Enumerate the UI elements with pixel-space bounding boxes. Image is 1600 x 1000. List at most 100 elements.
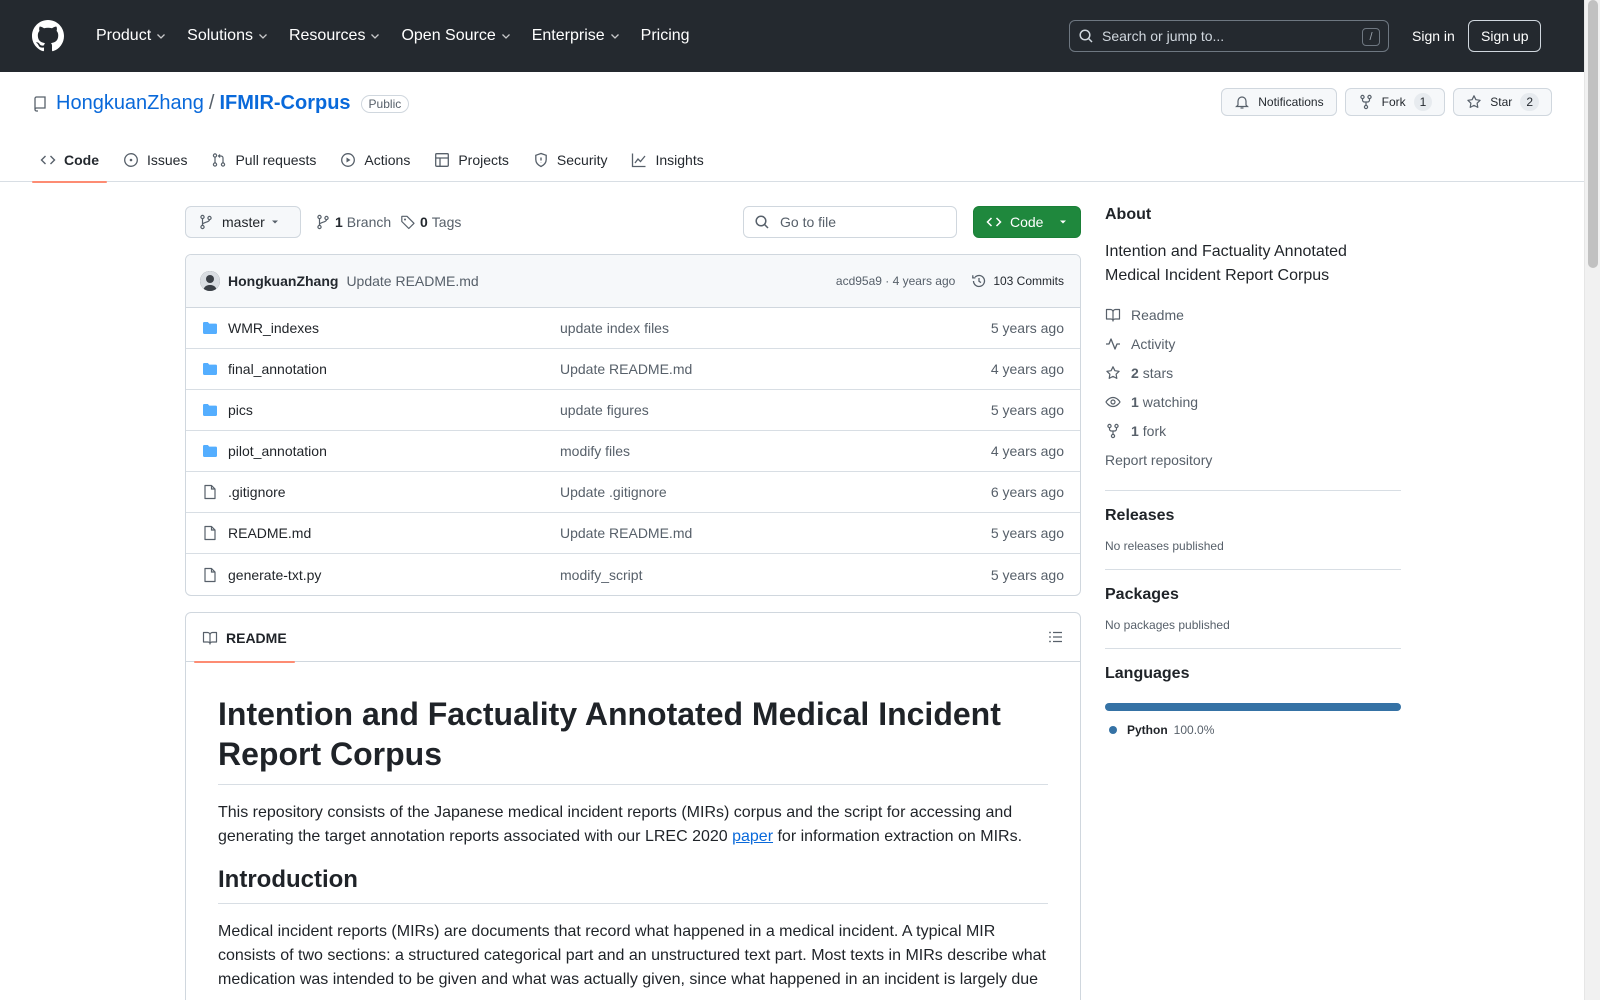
- file-commit-message[interactable]: update index files: [560, 320, 669, 336]
- tab-label: Security: [556, 152, 608, 168]
- repo-name-link[interactable]: IFMIR-Corpus: [219, 92, 350, 115]
- tab-issues[interactable]: Issues: [115, 138, 195, 182]
- bell-icon: [1235, 96, 1250, 109]
- repo-icon: [34, 95, 46, 112]
- language-item[interactable]: Python 100.0%: [1105, 723, 1401, 737]
- avatar-image: [200, 271, 220, 291]
- branch-select-button[interactable]: master: [185, 206, 301, 238]
- code-download-button[interactable]: Code: [973, 206, 1081, 238]
- star-button[interactable]: Star 2: [1453, 88, 1552, 116]
- readme-link[interactable]: Readme: [1105, 300, 1401, 329]
- repo-actions: Notifications Fork 1 Star 2: [1213, 88, 1552, 116]
- commit-author-link[interactable]: HongkuanZhang: [228, 273, 338, 289]
- sign-in-link[interactable]: Sign in: [1404, 20, 1463, 52]
- star-label: Star: [1490, 95, 1513, 109]
- star-icon: [1467, 95, 1481, 108]
- sign-up-button[interactable]: Sign up: [1468, 20, 1542, 52]
- file-row[interactable]: .gitignore Update .gitignore 6 years ago: [186, 472, 1080, 513]
- notifications-label: Notifications: [1258, 95, 1324, 109]
- file-age: 5 years ago: [990, 566, 1064, 583]
- commit-message-link[interactable]: Update README.md: [346, 273, 478, 289]
- branch-count: 1: [335, 214, 343, 230]
- branches-link[interactable]: 1 Branch: [315, 206, 391, 238]
- global-search-input[interactable]: Search or jump to... /: [1069, 20, 1389, 52]
- about-description: Intention and Factuality Annotated Medic…: [1105, 243, 1347, 284]
- fork-icon: [1107, 423, 1119, 438]
- file-name-link[interactable]: pilot_annotation: [228, 443, 558, 459]
- chevron-down-icon: [157, 34, 166, 39]
- go-to-file-input[interactable]: Go to file: [743, 206, 957, 238]
- file-name-link[interactable]: final_annotation: [228, 361, 558, 377]
- nav-solutions[interactable]: Solutions: [179, 20, 277, 52]
- commits-history-link[interactable]: 103 Commits: [971, 273, 1064, 289]
- file-name-link[interactable]: README.md: [228, 525, 558, 541]
- nav-resources[interactable]: Resources: [281, 20, 389, 52]
- stars-link[interactable]: 2 stars: [1105, 358, 1401, 387]
- file-commit-message[interactable]: modify files: [560, 443, 630, 459]
- file-icon: [204, 484, 216, 500]
- folder-icon: [203, 322, 217, 334]
- watchers-link[interactable]: 1 watching: [1105, 387, 1401, 416]
- file-commit-message[interactable]: modify_script: [560, 567, 642, 583]
- fork-count: 1: [1413, 93, 1433, 111]
- file-age: 5 years ago: [990, 320, 1064, 336]
- nav-open-source[interactable]: Open Source: [393, 20, 519, 52]
- commit-hash-link[interactable]: acd95a9 · 4 years ago: [836, 274, 955, 288]
- tab-pull-requests[interactable]: Pull requests: [203, 138, 324, 182]
- nav-enterprise[interactable]: Enterprise: [524, 20, 629, 52]
- tab-insights[interactable]: Insights: [623, 138, 711, 182]
- repo-path-separator: /: [208, 92, 215, 114]
- tab-actions[interactable]: Actions: [332, 138, 418, 182]
- file-row[interactable]: README.md Update README.md 5 years ago: [186, 513, 1080, 554]
- packages-heading[interactable]: Packages: [1105, 586, 1401, 604]
- notifications-button[interactable]: Notifications: [1221, 88, 1337, 116]
- forks-link[interactable]: 1 fork: [1105, 416, 1401, 445]
- go-to-file-placeholder: Go to file: [780, 214, 837, 230]
- file-name-link[interactable]: WMR_indexes: [228, 320, 558, 336]
- file-row[interactable]: pilot_annotation modify files 4 years ag…: [186, 431, 1080, 472]
- caret-down-icon: [1060, 220, 1066, 224]
- stars-label: stars: [1142, 364, 1174, 381]
- nav-pricing[interactable]: Pricing: [633, 20, 698, 52]
- search-placeholder: Search or jump to...: [1102, 28, 1225, 44]
- report-repository-link[interactable]: Report repository: [1105, 445, 1401, 474]
- repo-header: HongkuanZhang / IFMIR-Corpus Public Noti…: [0, 72, 1584, 183]
- tab-projects[interactable]: Projects: [426, 138, 517, 182]
- readme-intro: This repository consists of the Japanese…: [218, 801, 1048, 849]
- file-name-link[interactable]: pics: [228, 402, 558, 418]
- readme-title: Intention and Factuality Annotated Medic…: [218, 694, 1048, 785]
- readme-tab[interactable]: README: [194, 613, 295, 663]
- file-commit-message[interactable]: Update .gitignore: [560, 484, 667, 500]
- file-row[interactable]: generate-txt.py modify_script 5 years ag…: [186, 554, 1080, 595]
- file-commit-message[interactable]: Update README.md: [560, 361, 692, 377]
- tags-link[interactable]: 0 Tags: [400, 206, 461, 238]
- repo-owner-link[interactable]: HongkuanZhang: [56, 92, 204, 115]
- tab-code[interactable]: Code: [32, 138, 107, 183]
- activity-link[interactable]: Activity: [1105, 329, 1401, 358]
- releases-heading[interactable]: Releases: [1105, 507, 1401, 525]
- tab-label: Projects: [458, 152, 509, 168]
- file-row[interactable]: pics update figures 5 years ago: [186, 390, 1080, 431]
- paper-link[interactable]: paper: [732, 828, 773, 845]
- file-row[interactable]: WMR_indexes update index files 5 years a…: [186, 308, 1080, 349]
- github-logo-icon[interactable]: [32, 20, 64, 52]
- star-count: 2: [1520, 93, 1539, 111]
- tab-label: Code: [64, 152, 99, 168]
- nav-product[interactable]: Product: [88, 20, 175, 52]
- watching-count: 1: [1131, 393, 1139, 410]
- file-name-link[interactable]: .gitignore: [228, 484, 558, 500]
- file-name-link[interactable]: generate-txt.py: [228, 567, 558, 583]
- scrollbar-thumb[interactable]: [1588, 0, 1598, 268]
- file-commit-message[interactable]: Update README.md: [560, 525, 692, 541]
- folder-icon: [203, 363, 217, 375]
- tab-security[interactable]: Security: [525, 138, 616, 182]
- file-commit-message[interactable]: update figures: [560, 402, 649, 418]
- commit-meta: acd95a9 · 4 years ago 103 Commits: [836, 273, 1064, 289]
- avatar[interactable]: [200, 271, 220, 291]
- fork-button[interactable]: Fork 1: [1344, 88, 1446, 116]
- file-row[interactable]: final_annotation Update README.md 4 year…: [186, 349, 1080, 390]
- issue-icon: [124, 153, 138, 167]
- branch-icon: [200, 214, 212, 230]
- outline-list-icon[interactable]: [1048, 629, 1064, 645]
- page-scrollbar[interactable]: [1584, 0, 1600, 1000]
